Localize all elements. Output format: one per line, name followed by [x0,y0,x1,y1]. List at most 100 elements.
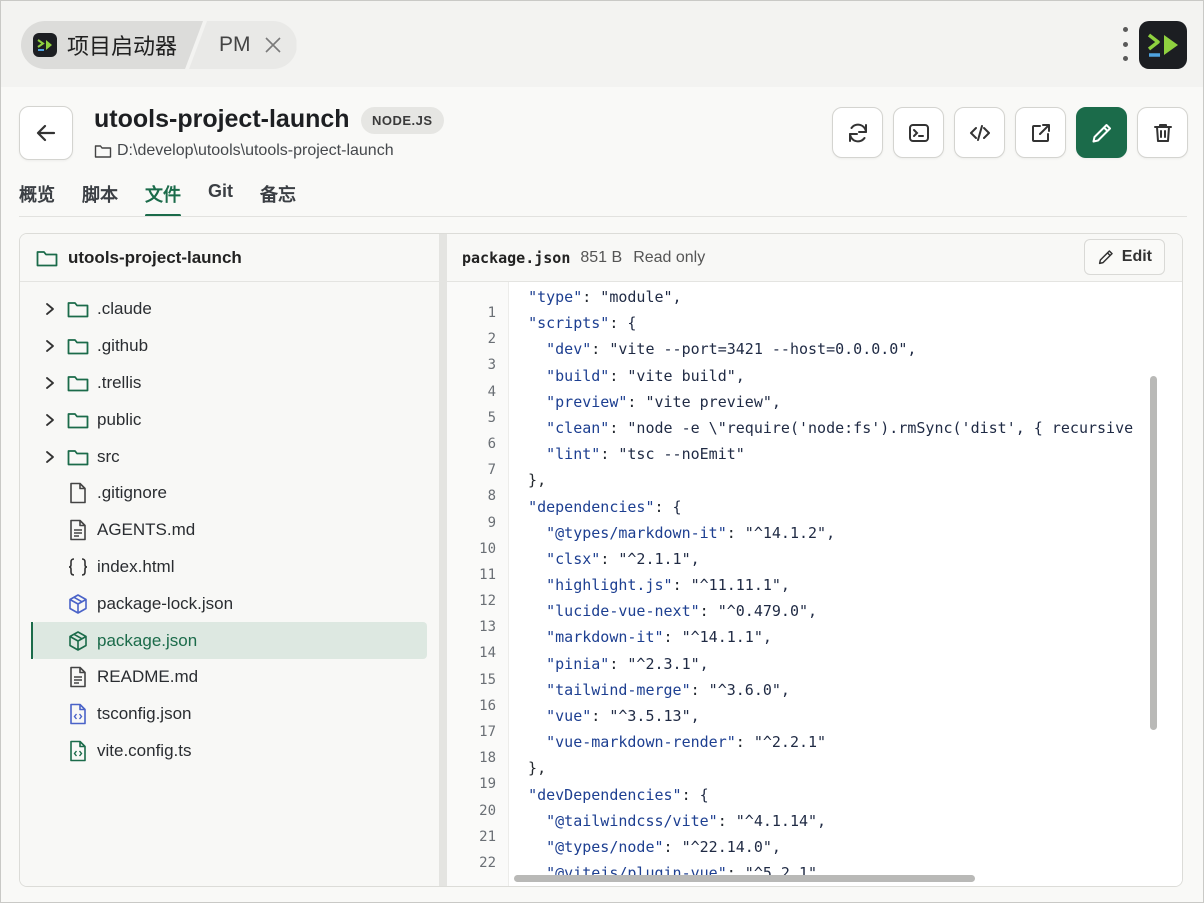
chevron-right-icon[interactable] [40,413,60,427]
code-content[interactable]: "type": "module", "scripts": { "dev": "v… [510,282,1168,878]
code-line: }, [510,471,547,490]
code-line: "build": "vite build", [546,366,745,385]
app-window: 项目启动器 PM utools-project-launch NODE.JS D… [0,0,1204,903]
file-tree-list: .claude .github .trellis public src .gitignor… [20,282,439,769]
line-number: 10 [479,540,496,557]
folder-icon [36,250,58,266]
tab-files[interactable]: 文件 [145,181,181,217]
code-line: "@types/markdown-it": "^14.1.2", [546,523,836,542]
panel-splitter[interactable] [439,234,447,886]
tab-git[interactable]: Git [208,181,233,217]
folder-icon [67,411,89,429]
vertical-scrollbar[interactable] [1150,376,1157,730]
app-logo-icon [33,33,57,57]
chevron-right-icon[interactable] [40,450,60,464]
readonly-label: Read only [633,248,706,266]
tree-folder-row[interactable]: src [32,438,427,475]
tree-folder-row[interactable]: .trellis [32,365,427,402]
tree-item-label: .gitignore [97,483,167,503]
tab-overview[interactable]: 概览 [19,181,55,217]
pm-tab[interactable]: PM [189,21,297,69]
horizontal-scrollbar[interactable] [514,875,975,882]
refresh-button[interactable] [832,107,883,158]
braces-icon [67,557,89,577]
terminal-button[interactable] [893,107,944,158]
tree-item-label: .trellis [97,372,142,392]
tree-item-label: vite.config.ts [97,740,192,760]
folder-icon [67,300,89,318]
tree-item-label: index.html [97,556,175,576]
chevron-right-icon[interactable] [40,376,60,390]
file-tree: utools-project-launch .claude .github .tre… [20,234,439,886]
tab-strip: 项目启动器 PM [21,21,297,69]
app-tab[interactable]: 项目启动器 [21,21,203,69]
tree-folder-row[interactable]: public [32,401,427,438]
tree-file-row[interactable]: vite.config.ts [32,733,427,770]
file-icon [67,482,89,504]
line-number: 9 [487,514,496,531]
code-line: "scripts": { [528,314,637,333]
code-line: "@tailwindcss/vite": "^4.1.14", [546,811,827,830]
tree-item-label: public [97,409,142,429]
folder-icon [67,374,89,392]
tree-file-row[interactable]: .gitignore [32,475,427,512]
tree-item-label: package-lock.json [97,593,234,613]
app-tab-label: 项目启动器 [67,34,178,59]
code-line: "type": "module", [528,288,682,306]
folder-icon [67,337,89,355]
code-icon [969,124,990,141]
line-number: 12 [479,593,496,610]
code-line: "lucide-vue-next": "^0.479.0", [546,602,818,621]
line-number: 15 [479,671,496,688]
back-button[interactable] [19,106,73,160]
pm-tab-label: PM [219,33,251,56]
tree-file-row[interactable]: tsconfig.json [32,696,427,733]
tree-file-row[interactable]: package-lock.json [32,585,427,622]
line-number: 17 [479,724,496,740]
external-link-icon [1031,123,1050,142]
nav-divider [19,216,1187,217]
code-line: "vue-markdown-render": "^2.2.1" [546,733,827,752]
line-number: 4 [487,383,496,400]
project-type-badge: NODE.JS [361,107,444,134]
more-menu-icon[interactable] [1119,27,1131,61]
code-line: "clsx": "^2.1.1", [546,549,700,568]
file-name: package.json [462,248,571,267]
tab-scripts[interactable]: 脚本 [82,181,118,217]
file-tree-header: utools-project-launch [20,234,439,282]
line-number: 16 [479,697,496,714]
tree-folder-row[interactable]: .github [32,328,427,365]
line-number: 21 [479,828,496,845]
code-line: "dev": "vite --port=3421 --host=0.0.0.0"… [546,340,917,359]
edit-file-label: Edit [1121,248,1152,265]
open-in-editor-button[interactable] [954,107,1005,158]
chevron-right-icon[interactable] [40,302,60,316]
tree-folder-row[interactable]: .claude [32,291,427,328]
document-icon [67,519,89,541]
tree-file-row[interactable]: index.html [32,549,427,586]
arrow-left-icon [36,124,56,142]
pencil-icon [1098,250,1113,265]
tree-file-row[interactable]: README.md [32,659,427,696]
project-actions [832,107,1188,158]
tab-notes[interactable]: 备忘 [260,181,296,217]
package-icon [67,593,89,615]
open-external-button[interactable] [1015,107,1066,158]
chevron-right-icon[interactable] [40,339,60,353]
delete-button[interactable] [1137,107,1188,158]
code-line: "devDependencies": { [528,785,709,804]
project-nav: 概览 脚本 文件 Git 备忘 [19,181,323,217]
terminal-icon [908,123,929,142]
edit-file-button[interactable]: Edit [1083,239,1165,275]
tree-item-label: AGENTS.md [97,520,196,540]
tree-item-label: package.json [97,630,198,650]
edit-project-button[interactable] [1076,107,1127,158]
code-line: "dependencies": { [528,497,682,516]
code-file-icon [67,740,89,762]
line-number: 3 [487,357,496,374]
tree-file-row[interactable]: package.json [31,622,427,659]
app-logo-icon [1139,21,1187,69]
tree-item-label: .claude [97,299,152,319]
close-icon[interactable] [263,35,283,55]
tree-file-row[interactable]: AGENTS.md [32,512,427,549]
